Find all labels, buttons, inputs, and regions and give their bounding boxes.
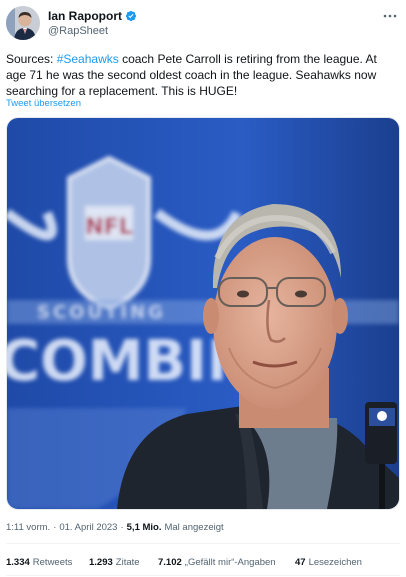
scouting-text: SCOUTING (37, 302, 166, 323)
retweets-count: 1.334 (6, 557, 30, 568)
bookmarks-stat[interactable]: 47 Lesezeichen (295, 557, 362, 568)
likes-stat[interactable]: 7.102 „Gefällt mir“-Angaben (158, 557, 276, 568)
views-count: 5,1 Mio. (126, 522, 162, 533)
meta-separator: · (53, 522, 57, 533)
views-separator: · (120, 522, 124, 533)
tweet-date[interactable]: 01. April 2023 (59, 522, 117, 533)
tweet-header: Ian Rapoport @RapSheet (6, 6, 400, 42)
views-label: Mal angezeigt (164, 522, 224, 533)
quotes-stat[interactable]: 1.293 Zitate (89, 557, 140, 568)
name-row: Ian Rapoport (48, 9, 137, 23)
handle[interactable]: @RapSheet (48, 25, 108, 37)
tweet-card: Ian Rapoport @RapSheet Sources: #Seahawk… (0, 0, 406, 577)
translate-link[interactable]: Tweet übersetzen (6, 98, 81, 109)
retweets-label: Retweets (32, 557, 73, 568)
tweet-time[interactable]: 1:11 vorm. (6, 522, 50, 533)
retweets-stat[interactable]: 1.334 Retweets (6, 557, 72, 568)
quotes-count: 1.293 (89, 557, 113, 568)
verified-badge-icon (125, 10, 137, 22)
divider-bottom (6, 575, 400, 576)
hashtag-link[interactable]: #Seahawks (57, 52, 119, 66)
tweet-text-intro: Sources: (6, 52, 57, 66)
avatar-image (6, 6, 40, 40)
divider-top (6, 543, 400, 544)
tweet-photo[interactable]: NFL SCOUTING COMBINE (6, 117, 400, 510)
photo-image: NFL SCOUTING COMBINE (7, 118, 399, 509)
display-name[interactable]: Ian Rapoport (48, 9, 122, 23)
bookmarks-label: Lesezeichen (308, 557, 362, 568)
likes-count: 7.102 (158, 557, 182, 568)
more-options-icon[interactable] (382, 8, 398, 24)
avatar[interactable] (6, 6, 40, 40)
tweet-metadata: 1:11 vorm. · 01. April 2023 · 5,1 Mio. M… (6, 522, 224, 533)
likes-label: „Gefällt mir“-Angaben (184, 557, 276, 568)
nfl-shield-text: NFL (85, 215, 132, 240)
tweet-text: Sources: #Seahawks coach Pete Carroll is… (6, 51, 400, 99)
quotes-label: Zitate (115, 557, 140, 568)
bookmarks-count: 47 (295, 557, 306, 568)
